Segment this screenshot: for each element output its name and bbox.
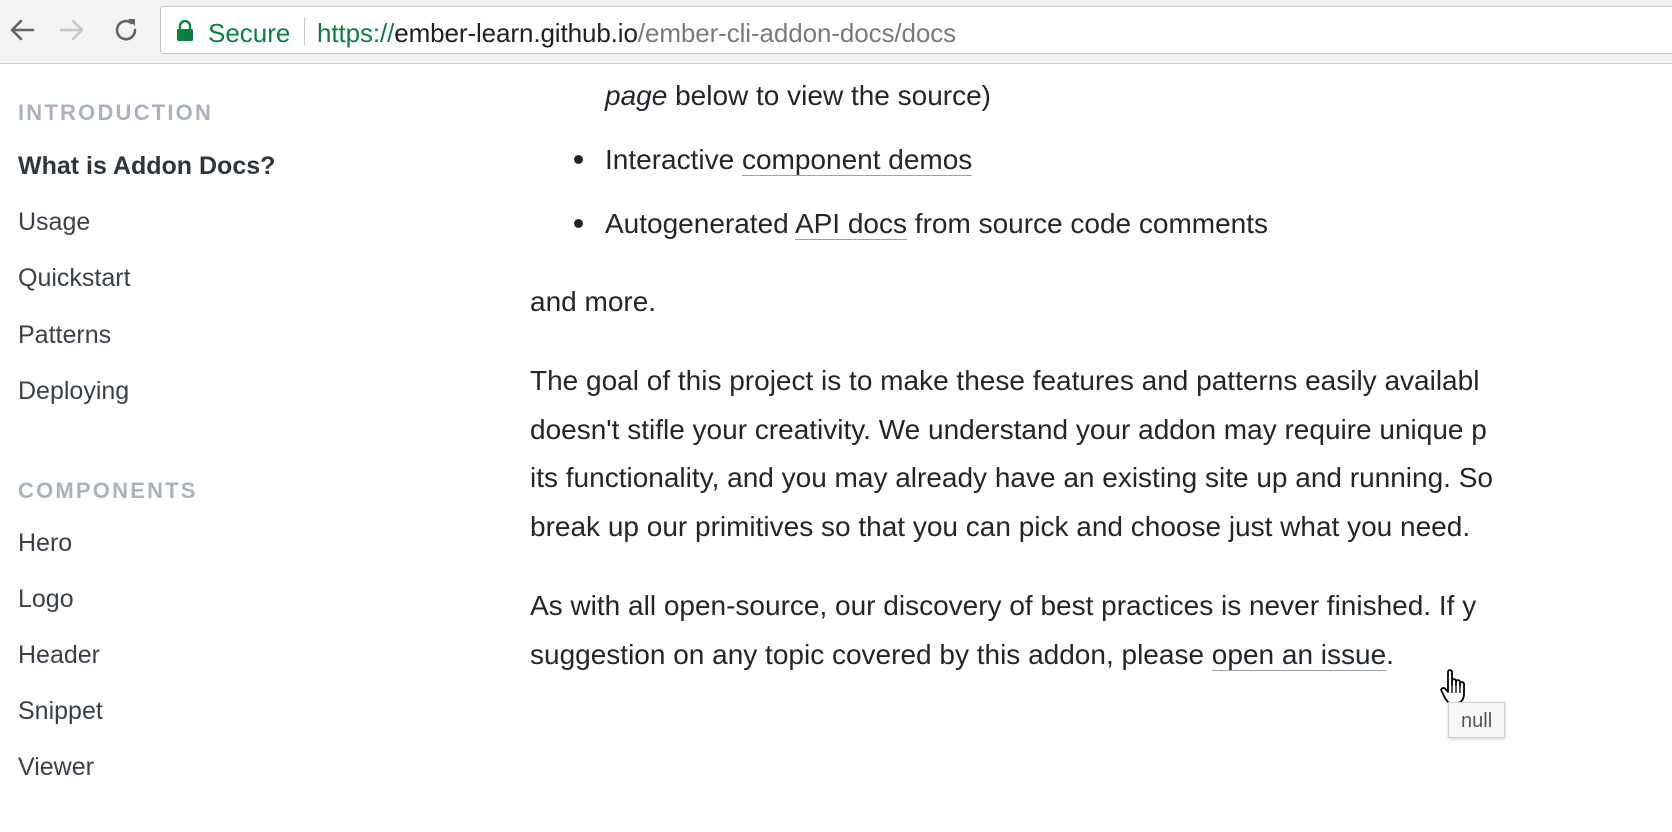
component-demos-link[interactable]: component demos	[741, 144, 973, 176]
sidebar-item-deploying[interactable]: Deploying	[18, 377, 129, 406]
partial-line: page below to view the source)	[605, 71, 991, 120]
address-separator	[304, 17, 305, 45]
url-path: /ember-cli-addon-docs/docs	[637, 18, 957, 48]
sidebar-item-hero[interactable]: Hero	[18, 529, 72, 558]
bullet-text-after: from source code comments	[907, 208, 1269, 239]
sidebar-item-what-is-addon-docs[interactable]: What is Addon Docs?	[18, 152, 275, 181]
url-text[interactable]: https://ember-learn.github.io/ember-cli-…	[317, 18, 956, 49]
address-bar[interactable]: Secure https://ember-learn.github.io/emb…	[160, 6, 1672, 54]
goal-paragraph-line-3: its functionality, and you may already h…	[530, 462, 1493, 493]
sidebar-item-viewer[interactable]: Viewer	[18, 753, 94, 782]
forward-button[interactable]	[54, 12, 90, 48]
open-issue-link[interactable]: open an issue	[1211, 639, 1387, 671]
and-more-paragraph: and more.	[530, 286, 657, 317]
reload-icon	[115, 19, 137, 41]
sidebar-item-usage[interactable]: Usage	[18, 208, 90, 237]
bullet-marker	[574, 155, 583, 164]
arrow-left-icon	[10, 19, 35, 41]
browser-toolbar: Secure https://ember-learn.github.io/emb…	[0, 0, 1672, 64]
section-title-components: COMPONENTS	[18, 478, 198, 503]
goal-paragraph-line-2: doesn't stifle your creativity. We under…	[530, 414, 1487, 445]
list-item: Autogenerated API docs from source code …	[605, 199, 1268, 248]
lock-icon	[177, 20, 193, 41]
docs-sidebar: INTRODUCTION What is Addon Docs? Usage Q…	[0, 64, 500, 832]
list-item: Interactive component demos	[605, 135, 973, 184]
goal-paragraph-line-4: break up our primitives so that you can …	[530, 511, 1471, 542]
closing-paragraph-line-2: suggestion on any topic covered by this …	[530, 630, 1394, 679]
closing-text: suggestion on any topic covered by this …	[530, 639, 1212, 670]
url-host: ember-learn.github.io	[394, 18, 638, 48]
goal-paragraph-line-1: The goal of this project is to make thes…	[530, 365, 1480, 396]
sidebar-item-header[interactable]: Header	[18, 641, 100, 670]
api-docs-link[interactable]: API docs	[794, 208, 908, 240]
closing-paragraph-line-1: As with all open-source, our discovery o…	[530, 590, 1477, 621]
section-title-introduction: INTRODUCTION	[18, 100, 214, 125]
link-tooltip: null	[1448, 702, 1506, 738]
back-button[interactable]	[4, 12, 40, 48]
sidebar-item-snippet[interactable]: Snippet	[18, 697, 103, 726]
sidebar-item-patterns[interactable]: Patterns	[18, 321, 111, 350]
sidebar-item-quickstart[interactable]: Quickstart	[18, 264, 131, 293]
closing-period: .	[1386, 639, 1394, 670]
bullet-text: Interactive	[605, 144, 742, 175]
arrow-right-icon	[59, 19, 84, 41]
url-scheme: https://	[317, 18, 395, 48]
reload-button[interactable]	[108, 12, 144, 48]
sidebar-item-logo[interactable]: Logo	[18, 585, 74, 614]
partial-line-rest: below to view the source)	[667, 80, 992, 111]
secure-label: Secure	[208, 18, 291, 48]
partial-line-emphasis: page	[605, 80, 668, 111]
bullet-marker	[574, 219, 583, 228]
bullet-text: Autogenerated	[605, 208, 795, 239]
